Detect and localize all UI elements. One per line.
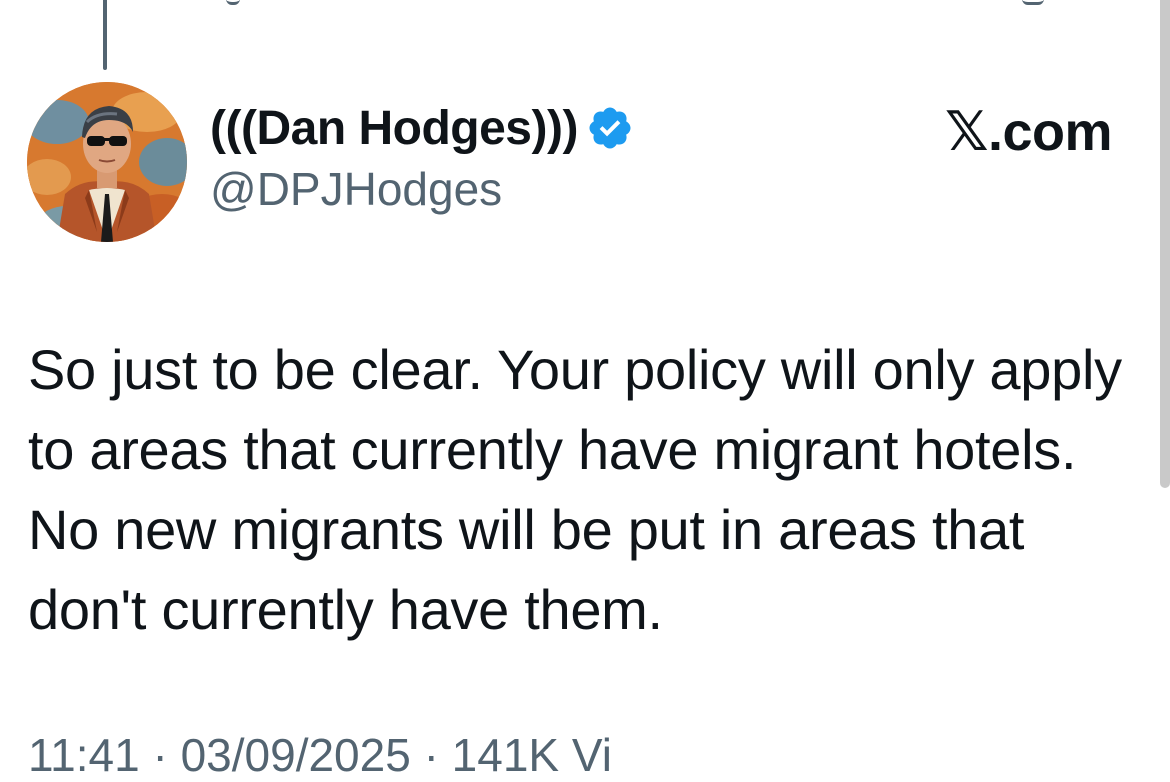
share-icon[interactable]	[1022, 0, 1044, 5]
verified-badge-icon[interactable]	[586, 104, 634, 152]
tweet-text: So just to be clear. Your policy will on…	[28, 338, 1122, 641]
reply-icon[interactable]	[226, 0, 240, 5]
author-display-name[interactable]: (((Dan Hodges)))	[210, 101, 578, 156]
x-brand-watermark: 𝕏.com	[944, 102, 1113, 162]
thread-connector-line	[103, 0, 107, 70]
author-name-row: (((Dan Hodges)))	[210, 96, 634, 160]
tweet-header: (((Dan Hodges))) @DPJHodges	[210, 96, 634, 216]
scrollbar[interactable]	[1160, 0, 1170, 488]
avatar[interactable]	[27, 82, 187, 242]
author-handle[interactable]: @DPJHodges	[210, 162, 634, 216]
avatar-image	[27, 82, 187, 242]
tweet-timestamp[interactable]: 11:41 · 03/09/2025 · 141K Vi	[28, 728, 612, 782]
